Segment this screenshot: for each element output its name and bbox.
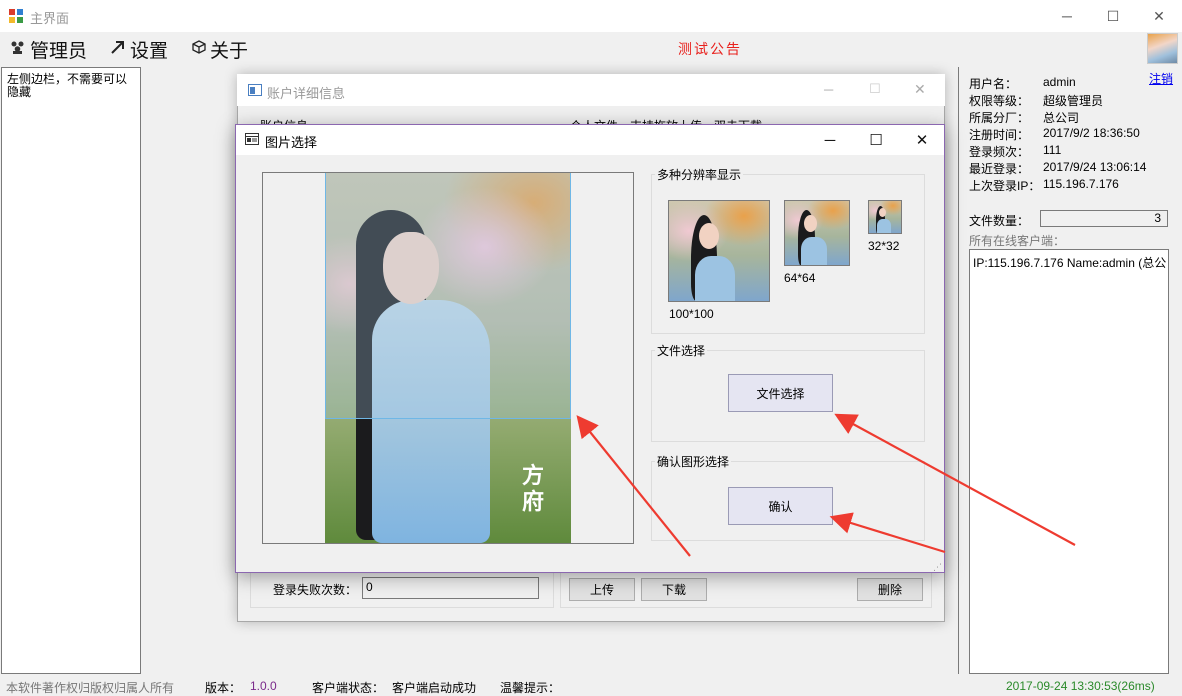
annotation-arrows <box>576 413 1076 557</box>
arrow-to-confirm <box>829 512 946 554</box>
arrow-to-crop <box>576 415 691 557</box>
arrow-to-file-select <box>834 413 1076 546</box>
